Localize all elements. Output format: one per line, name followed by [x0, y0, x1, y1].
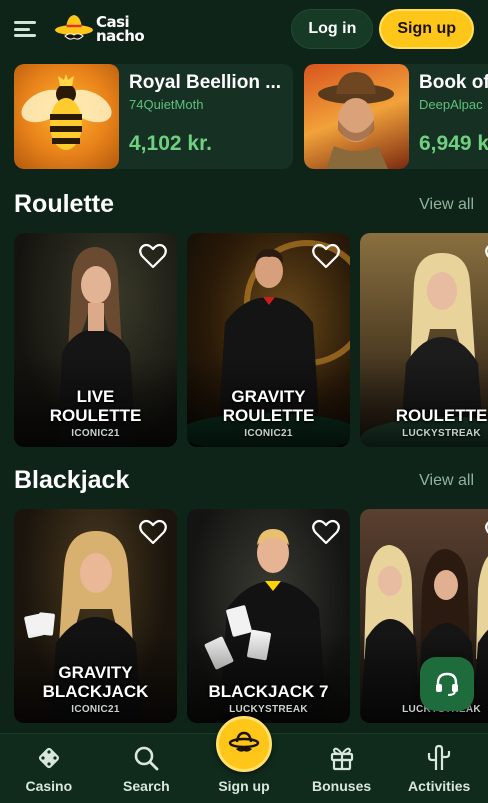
sombrero-logo-icon	[54, 12, 94, 46]
view-all-blackjack-link[interactable]: View all	[419, 472, 474, 490]
book-of-thumbnail	[304, 64, 409, 169]
nav-label: Bonuses	[312, 778, 372, 794]
dice-icon	[38, 747, 59, 769]
casinacho-logo[interactable]: Casi nacho	[54, 12, 145, 46]
game-title: GRAVITY BLACKJACK	[42, 663, 149, 701]
sombrero-icon	[228, 731, 260, 752]
game-provider: LUCKYSTREAK	[402, 428, 481, 439]
game-tile[interactable]: GRAVITY ROULETTE ICONIC21	[187, 233, 350, 447]
win-game-title: Royal Beellion ...	[129, 72, 282, 93]
royal-beellion-thumbnail	[14, 64, 119, 169]
blackjack-games-row: GRAVITY BLACKJACK ICONIC21 BLACKJACK 7 L…	[14, 509, 488, 723]
gift-icon	[330, 747, 353, 771]
favorite-heart-icon[interactable]	[312, 243, 340, 269]
login-button[interactable]: Log in	[291, 9, 374, 49]
win-amount: 6,949 k	[419, 132, 488, 155]
nav-bonuses[interactable]: Bonuses	[293, 734, 391, 803]
favorite-heart-icon[interactable]	[139, 243, 167, 269]
game-tile[interactable]: GRAVITY BLACKJACK ICONIC21	[14, 509, 177, 723]
game-provider: LUCKYSTREAK	[229, 704, 308, 715]
game-tile[interactable]: LIVE ROULETTE ICONIC21	[14, 233, 177, 447]
logo-text: Casi nacho	[96, 13, 145, 45]
nav-casino[interactable]: Casino	[0, 734, 98, 803]
game-tile[interactable]: BLACKJACK 7 LUCKYSTREAK	[187, 509, 350, 723]
nav-label: Search	[123, 778, 170, 794]
roulette-section-header: Roulette View all	[14, 190, 474, 219]
game-title: BLACKJACK 7	[208, 682, 329, 701]
game-title: LIVE ROULETTE	[49, 387, 142, 425]
explorer-icon	[318, 72, 394, 169]
hamburger-menu-icon[interactable]	[14, 18, 40, 40]
win-amount: 4,102 kr.	[129, 132, 212, 155]
game-tile[interactable]: ROULETTE LUCKYSTREAK	[360, 233, 488, 447]
win-card[interactable]: Royal Beellion ... 74QuietMoth 4,102 kr.	[14, 64, 293, 169]
section-title: Blackjack	[14, 466, 130, 494]
nav-activities[interactable]: Activities	[390, 734, 488, 803]
win-game-title: Book of	[419, 72, 488, 93]
nav-search[interactable]: Search	[98, 734, 196, 803]
blackjack-section-header: Blackjack View all	[14, 466, 474, 495]
signup-button[interactable]: Sign up	[379, 9, 474, 49]
win-info: Royal Beellion ... 74QuietMoth 4,102 kr.	[119, 64, 291, 169]
win-card[interactable]: Book of DeepAlpac 6,949 k	[304, 64, 488, 169]
signup-fab[interactable]	[215, 716, 272, 772]
view-all-roulette-link[interactable]: View all	[419, 196, 474, 214]
nav-label: Activities	[408, 778, 471, 794]
section-title: Roulette	[14, 190, 114, 218]
casino-page: Casi nacho Log in Sign up Royal Beellion…	[0, 0, 488, 803]
favorite-heart-icon[interactable]	[312, 519, 340, 545]
cactus-icon	[428, 744, 451, 770]
headset-icon	[436, 672, 458, 696]
favorite-heart-icon[interactable]	[139, 519, 167, 545]
game-provider: ICONIC21	[71, 428, 120, 439]
win-username: 74QuietMoth	[129, 97, 204, 112]
bee-icon	[21, 74, 112, 150]
game-title: GRAVITY ROULETTE	[222, 387, 315, 425]
nav-label: Sign up	[218, 778, 270, 794]
nav-signup[interactable]: Sign up	[195, 716, 293, 803]
game-provider: ICONIC21	[71, 704, 120, 715]
game-provider: ICONIC21	[244, 428, 293, 439]
recent-wins-carousel: Royal Beellion ... 74QuietMoth 4,102 kr.…	[14, 64, 488, 169]
game-title: ROULETTE	[395, 406, 488, 425]
bottom-navigation: Casino Search Sign up Bonuses Activities	[0, 716, 488, 803]
support-chat-button[interactable]	[420, 657, 474, 711]
nav-label: Casino	[25, 778, 73, 794]
win-info: Book of DeepAlpac 6,949 k	[409, 64, 488, 169]
top-header: Casi nacho Log in Sign up	[0, 0, 488, 58]
roulette-games-row: LIVE ROULETTE ICONIC21 GRAVITY ROULETTE …	[14, 233, 488, 447]
search-icon	[135, 746, 159, 771]
win-username: DeepAlpac	[419, 97, 483, 112]
